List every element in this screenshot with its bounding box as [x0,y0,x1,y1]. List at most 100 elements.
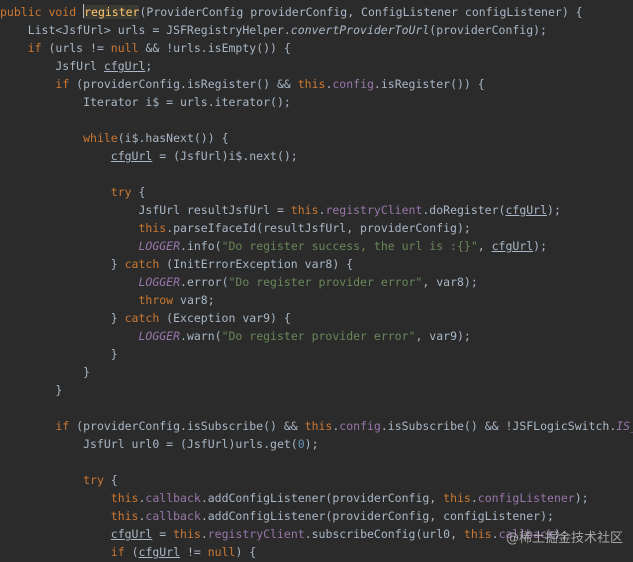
code-line[interactable]: if (providerConfig.isSubscribe() && this… [0,417,633,435]
code-line[interactable]: if (urls != null && !urls.isEmpty()) { [0,39,633,57]
code-line[interactable]: } [0,381,633,399]
code-token: "Do register provider error" [221,329,416,343]
code-token: register [84,5,140,19]
code-token: LOGGER [138,239,181,253]
code-token: if [27,41,49,55]
code-token: (ProviderConfig providerConfig, ConfigLi… [139,5,583,19]
code-token: . [200,527,208,541]
code-line[interactable]: JsfUrl url0 = (JsfUrl)urls.get(0); [0,435,633,453]
code-token: .info( [180,239,222,253]
code-token: ); [304,437,319,451]
code-token: .error( [180,275,229,289]
code-token: cfgUrl [138,545,181,559]
code-token: (providerConfig); [429,23,547,37]
code-token: cfgUrl [103,59,146,73]
code-line[interactable]: cfgUrl = (JsfUrl)i$.next(); [0,147,633,165]
code-token: JsfUrl resultJsfUrl = [0,203,291,217]
code-token: this [297,77,326,91]
code-token: this [138,221,167,235]
code-token: } [0,347,118,361]
code-token: callback [145,491,201,505]
code-line[interactable]: if (providerConfig.isRegister() && this.… [0,75,633,93]
code-line[interactable]: LOGGER.error("Do register provider error… [0,273,633,291]
code-token: (i$.hasNext()) { [117,131,229,145]
code-token: = (JsfUrl)i$.next(); [152,149,298,163]
code-line[interactable]: } catch (InitErrorException var8) { [0,255,633,273]
code-token: } [0,311,125,325]
code-token: = [152,527,174,541]
code-token: registryClient [325,203,423,217]
code-token: callback [145,509,201,523]
code-token: registryClient [207,527,305,541]
code-token: ( [131,545,139,559]
code-line[interactable]: } catch (Exception var9) { [0,309,633,327]
code-line[interactable]: JsfUrl cfgUrl; [0,57,633,75]
code-token: (providerConfig.isRegister() && [76,77,298,91]
code-token: Iterator i$ = urls.iterator(); [0,95,291,109]
code-token: .warn( [180,329,222,343]
code-line[interactable]: while(i$.hasNext()) { [0,129,633,147]
code-token: LOGGER [138,275,181,289]
code-token: catch [124,311,167,325]
code-line[interactable]: List<JsfUrl> urls = JSFRegistryHelper.co… [0,21,633,39]
code-token: if [55,419,77,433]
code-token: "Do register provider error" [228,275,423,289]
code-token: , [477,239,492,253]
code-token: cfgUrl [505,203,548,217]
code-token: .doRegister( [422,203,506,217]
code-token: .subscribeConfig(url0, [304,527,464,541]
code-token: if [110,545,132,559]
code-line[interactable]: LOGGER.info("Do register success, the ur… [0,237,633,255]
code-token: try [110,185,139,199]
code-line[interactable]: try { [0,183,633,201]
code-line[interactable]: Iterator i$ = urls.iterator(); [0,93,633,111]
code-token: "Do register success, the url is :{}" [221,239,478,253]
code-token: throw [138,293,181,307]
code-token: null [207,545,236,559]
code-editor[interactable]: public void register(ProviderConfig prov… [0,0,633,562]
watermark: @稀土掘金技术社区 [505,531,623,546]
code-line[interactable]: this.callback.addConfigListener(provider… [0,507,633,525]
code-line[interactable]: try { [0,471,633,489]
code-token: cfgUrl [110,527,153,541]
code-token: this [290,203,319,217]
code-line[interactable]: LOGGER.warn("Do register provider error"… [0,327,633,345]
code-token: , var8); [422,275,478,289]
code-line[interactable]: JsfUrl resultJsfUrl = this.registryClien… [0,201,633,219]
code-token: (providerConfig.isSubscribe() && [76,419,305,433]
code-line[interactable]: } [0,345,633,363]
code-line[interactable]: } [0,363,633,381]
code-token: (Exception var9) { [166,311,291,325]
code-token: try [83,473,111,487]
code-token: var8; [180,293,215,307]
code-token: (urls != [48,41,111,55]
code-token: .parseIfaceId(resultJsfUrl, providerConf… [166,221,471,235]
code-token: if [55,77,77,91]
code-token: config [339,419,381,433]
code-token: config [332,77,374,91]
code-line[interactable]: this.callback.addConfigListener(provider… [0,489,633,507]
code-token: ; [145,59,153,73]
code-token: this [304,419,333,433]
code-token: ); [574,491,589,505]
code-token: cfgUrl [491,239,534,253]
code-line[interactable]: this.parseIfaceId(resultJsfUrl, provider… [0,219,633,237]
code-token: cfgUrl [110,149,153,163]
code-token: { [110,473,118,487]
code-token: { [138,185,146,199]
code-token: this [463,527,492,541]
code-line[interactable]: throw var8; [0,291,633,309]
code-token: 0 [297,437,305,451]
code-token: && !urls.isEmpty()) { [145,41,291,55]
code-line[interactable]: public void register(ProviderConfig prov… [0,3,633,21]
